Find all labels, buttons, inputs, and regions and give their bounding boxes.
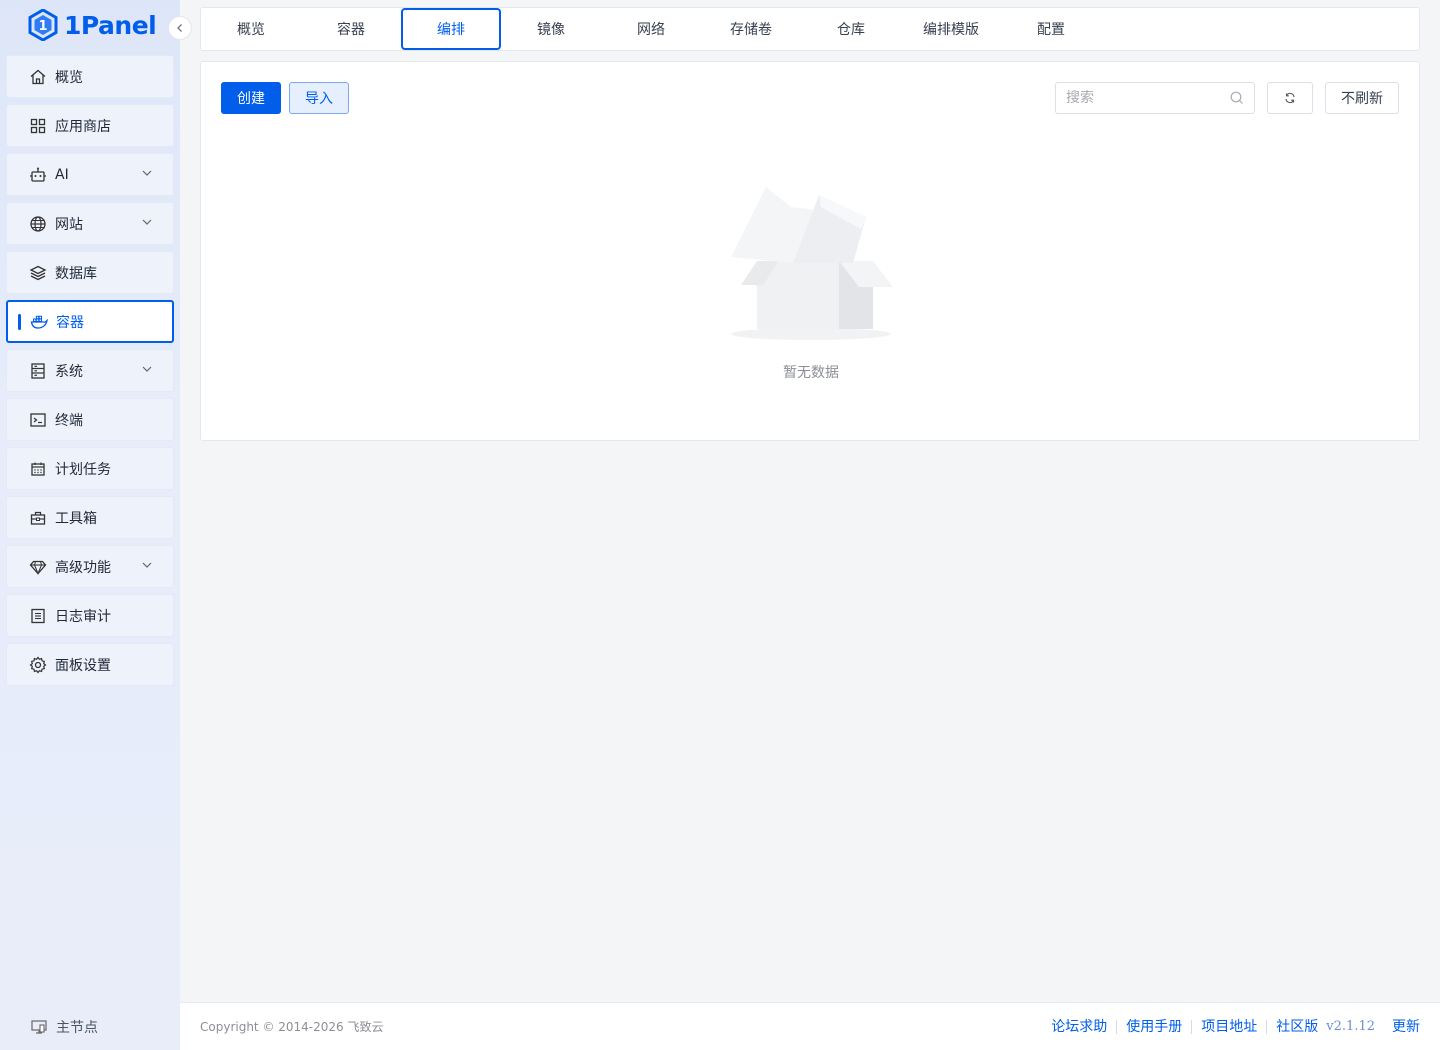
sidebar-item-logs[interactable]: 日志审计	[6, 594, 174, 637]
sidebar-item-label: 应用商店	[55, 118, 111, 135]
empty-state-text: 暂无数据	[783, 365, 839, 381]
sidebar-item-website[interactable]: 网站	[6, 202, 174, 245]
sidebar-item-overview[interactable]: 概览	[6, 55, 174, 98]
chevron-down-icon	[142, 170, 152, 176]
sidebar-item-toolbox[interactable]: 工具箱	[6, 496, 174, 539]
diamond-icon	[29, 558, 47, 576]
log-icon	[29, 607, 47, 625]
tab-images[interactable]: 镜像	[501, 8, 601, 50]
sidebar-item-label: 终端	[55, 412, 83, 429]
docker-icon	[30, 313, 48, 331]
search-icon[interactable]	[1230, 91, 1244, 105]
refresh-icon	[1285, 92, 1295, 104]
globe-icon	[29, 215, 47, 233]
sidebar-item-label: AI	[55, 166, 69, 183]
sidebar-item-label: 面板设置	[55, 657, 111, 674]
refresh-button[interactable]	[1267, 82, 1313, 114]
sidebar-item-label: 容器	[56, 314, 84, 331]
footer: Copyright © 2014-2026 飞致云 论坛求助 使用手册 项目地址…	[180, 1002, 1440, 1050]
import-button[interactable]: 导入	[289, 82, 349, 114]
tab-compose[interactable]: 编排	[401, 8, 501, 50]
monitor-icon	[31, 1020, 47, 1034]
logo[interactable]: 1 1Panel	[28, 8, 157, 42]
manual-link[interactable]: 使用手册	[1117, 1019, 1193, 1034]
grid-icon	[29, 117, 47, 135]
calendar-icon	[29, 460, 47, 478]
compose-panel: 创建 导入 不刷新 暂无数据	[200, 61, 1420, 441]
chevron-down-icon	[142, 366, 152, 372]
footer-links: 论坛求助 使用手册 项目地址 社区版 v2.1.12 更新	[1042, 1019, 1420, 1034]
sidebar-item-cron[interactable]: 计划任务	[6, 447, 174, 490]
sidebar-item-settings[interactable]: 面板设置	[6, 643, 174, 686]
terminal-icon	[29, 411, 47, 429]
server-icon	[29, 362, 47, 380]
search-input[interactable]	[1066, 90, 1226, 106]
edition-link[interactable]: 社区版	[1267, 1020, 1318, 1034]
version-label: v2.1.12	[1326, 1019, 1375, 1034]
sidebar-item-database[interactable]: 数据库	[6, 251, 174, 294]
gear-icon	[29, 656, 47, 674]
sidebar-item-label: 高级功能	[55, 559, 111, 576]
sidebar-item-system[interactable]: 系统	[6, 349, 174, 392]
create-button[interactable]: 创建	[221, 82, 281, 114]
sidebar-item-label: 数据库	[55, 265, 97, 282]
chevron-down-icon	[142, 219, 152, 225]
sidebar-item-label: 概览	[55, 69, 83, 86]
chevron-down-icon	[142, 562, 152, 568]
auto-refresh-select[interactable]: 不刷新	[1325, 82, 1399, 114]
empty-box-illustration	[731, 187, 893, 340]
node-label: 主节点	[56, 1020, 98, 1036]
collapse-sidebar-button[interactable]	[168, 16, 192, 40]
tab-overview[interactable]: 概览	[201, 8, 301, 50]
logo-icon: 1	[28, 9, 58, 41]
search-field[interactable]	[1055, 82, 1255, 114]
sidebar: 1 1Panel 概览 应用商店 AI 网站 数据库 容器 系统 终端 计划任务…	[0, 0, 192, 1050]
project-link[interactable]: 项目地址	[1192, 1019, 1268, 1034]
sidebar-item-ai[interactable]: AI	[6, 153, 174, 196]
sidebar-item-container[interactable]: 容器	[6, 300, 174, 343]
sidebar-item-terminal[interactable]: 终端	[6, 398, 174, 441]
home-icon	[29, 68, 47, 86]
sidebar-menu: 概览 应用商店 AI 网站 数据库 容器 系统 终端 计划任务 工具箱 高级功能…	[6, 55, 174, 692]
sidebar-item-label: 系统	[55, 363, 83, 380]
tab-repositories[interactable]: 仓库	[801, 8, 901, 50]
forum-link[interactable]: 论坛求助	[1042, 1019, 1118, 1034]
sidebar-item-label: 工具箱	[55, 510, 97, 527]
svg-text:1: 1	[38, 19, 47, 34]
toolbox-icon	[29, 509, 47, 527]
sidebar-item-app-store[interactable]: 应用商店	[6, 104, 174, 147]
tab-compose-templates[interactable]: 编排模版	[901, 8, 1001, 50]
sidebar-item-advanced[interactable]: 高级功能	[6, 545, 174, 588]
robot-icon	[29, 166, 47, 184]
tab-volumes[interactable]: 存储卷	[701, 8, 801, 50]
tab-containers[interactable]: 容器	[301, 8, 401, 50]
node-selector[interactable]: 主节点	[30, 1017, 98, 1037]
sidebar-item-label: 日志审计	[55, 608, 111, 625]
update-link[interactable]: 更新	[1383, 1020, 1420, 1034]
layers-icon	[29, 264, 47, 282]
sidebar-item-label: 计划任务	[55, 461, 111, 478]
container-tabs: 概览 容器 编排 镜像 网络 存储卷 仓库 编排模版 配置	[200, 7, 1420, 51]
brand-name: 1Panel	[64, 10, 157, 40]
sidebar-item-label: 网站	[55, 216, 83, 233]
copyright-text: Copyright © 2014-2026 飞致云	[200, 1020, 384, 1034]
tab-config[interactable]: 配置	[1001, 8, 1101, 50]
tab-networks[interactable]: 网络	[601, 8, 701, 50]
chevron-left-icon	[177, 24, 182, 32]
